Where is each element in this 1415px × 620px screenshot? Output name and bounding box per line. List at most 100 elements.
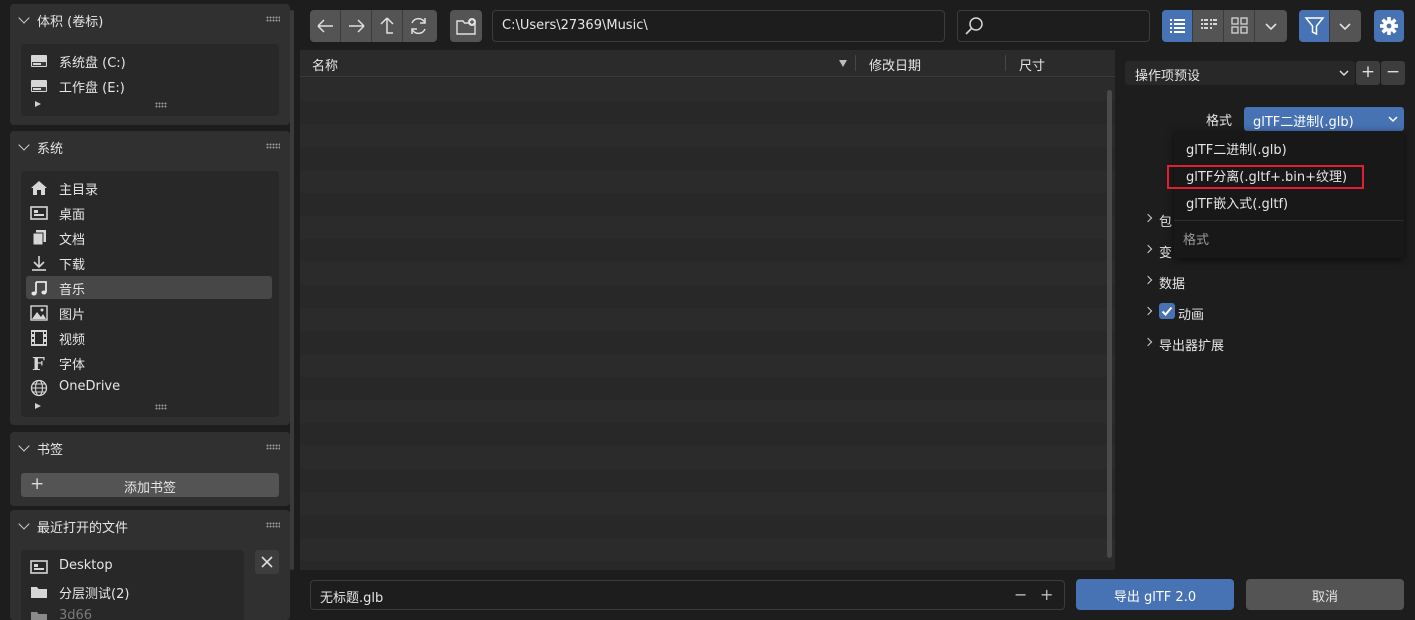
sidebar-item-label: 主目录 bbox=[59, 183, 99, 198]
sidebar-item-music[interactable]: 音乐 bbox=[26, 276, 272, 299]
section-data[interactable]: 数据 bbox=[1143, 271, 1263, 292]
resize-grip-icon[interactable] bbox=[155, 404, 167, 410]
back-button[interactable] bbox=[310, 10, 341, 42]
sidebar-item-drive-e[interactable]: 工作盘 (E:) bbox=[26, 74, 272, 97]
column-name-header[interactable]: 名称 bbox=[312, 55, 338, 74]
drive-icon bbox=[31, 55, 47, 67]
sidebar-item-videos[interactable]: 视频 bbox=[26, 326, 272, 349]
sidebar-item-downloads[interactable]: 下载 bbox=[26, 251, 272, 274]
forward-button[interactable] bbox=[341, 10, 372, 42]
file-list-scrollbar[interactable] bbox=[1107, 90, 1112, 558]
expand-triangle-icon[interactable] bbox=[35, 403, 41, 409]
sidebar-scrollbar[interactable] bbox=[290, 10, 294, 570]
system-list: 主目录 桌面 文档 下载 音乐 图片 视频 F 字体 OneDrive bbox=[21, 171, 279, 417]
drive-icon bbox=[31, 80, 47, 92]
column-size-header[interactable]: 尺寸 bbox=[1019, 55, 1045, 74]
increment-button[interactable]: + bbox=[1040, 585, 1053, 604]
documents-icon bbox=[32, 230, 46, 246]
parent-directory-button[interactable] bbox=[372, 10, 403, 42]
arrow-up-icon bbox=[380, 17, 394, 34]
recent-item-label: 3d66 bbox=[59, 608, 93, 620]
filter-toggle-button[interactable] bbox=[1299, 10, 1330, 42]
recent-item-folder[interactable]: 3d66 bbox=[26, 605, 241, 620]
sidebar-item-label: 工作盘 (E:) bbox=[59, 81, 125, 96]
sidebar-item-fonts[interactable]: F 字体 bbox=[26, 351, 272, 374]
expand-triangle-icon[interactable] bbox=[35, 101, 41, 107]
thumbnails-button[interactable] bbox=[1224, 10, 1255, 42]
export-button[interactable]: 导出 glTF 2.0 bbox=[1076, 579, 1234, 610]
settings-button[interactable] bbox=[1374, 10, 1404, 42]
add-preset-button[interactable]: + bbox=[1356, 61, 1380, 85]
filename-value: 无标题.glb bbox=[320, 591, 384, 606]
picture-icon bbox=[30, 305, 48, 321]
volumes-panel-header[interactable]: 体积 (卷标) bbox=[10, 4, 290, 34]
recent-item-label: Desktop bbox=[59, 558, 113, 573]
video-icon bbox=[31, 330, 47, 346]
path-input[interactable]: C:\Users\27369\Music\ bbox=[492, 10, 945, 42]
cancel-button[interactable]: 取消 bbox=[1246, 579, 1404, 610]
preset-label: 操作项预设 bbox=[1135, 69, 1201, 84]
arrow-left-icon bbox=[317, 19, 333, 33]
desktop-icon bbox=[30, 560, 48, 574]
refresh-button[interactable] bbox=[403, 10, 434, 42]
horizontal-list-button[interactable] bbox=[1193, 10, 1224, 42]
new-folder-button[interactable] bbox=[450, 10, 482, 42]
system-panel-header[interactable]: 系统 bbox=[10, 131, 290, 161]
sidebar-item-label: 下载 bbox=[59, 258, 86, 273]
filter-options-dropdown[interactable] bbox=[1330, 10, 1361, 42]
sort-triangle-icon[interactable] bbox=[839, 60, 847, 67]
recent-item-desktop[interactable]: Desktop bbox=[26, 555, 241, 578]
sidebar-item-documents[interactable]: 文档 bbox=[26, 226, 272, 249]
new-folder-icon bbox=[456, 18, 476, 35]
filename-input[interactable]: 无标题.glb − + bbox=[310, 580, 1065, 610]
column-date-header[interactable]: 修改日期 bbox=[869, 55, 921, 74]
sidebar-item-home[interactable]: 主目录 bbox=[26, 176, 272, 199]
section-label: 包 bbox=[1159, 215, 1173, 230]
section-transform[interactable]: 变 bbox=[1143, 240, 1173, 261]
list-view-icon bbox=[1170, 19, 1185, 33]
file-list[interactable]: 名称 修改日期 尺寸 bbox=[300, 50, 1115, 570]
sidebar-item-onedrive[interactable]: OneDrive bbox=[26, 376, 272, 399]
section-label: 动画 bbox=[1178, 308, 1205, 323]
animation-checkbox[interactable] bbox=[1159, 303, 1175, 319]
sidebar-item-drive-c[interactable]: 系统盘 (C:) bbox=[26, 49, 272, 72]
remove-preset-button[interactable]: − bbox=[1381, 61, 1405, 85]
drag-grip-icon[interactable] bbox=[266, 522, 280, 528]
chevron-right-icon bbox=[1143, 244, 1153, 254]
chevron-down-icon bbox=[1265, 23, 1277, 31]
path-value: C:\Users\27369\Music\ bbox=[502, 18, 648, 33]
format-dropdown-menu: glTF二进制(.glb) glTF分离(.gltf+.bin+纹理) glTF… bbox=[1174, 131, 1404, 258]
format-option-gltf-embedded[interactable]: glTF嵌入式(.gltf) bbox=[1186, 193, 1288, 212]
bookmarks-panel-header[interactable]: 书签 bbox=[10, 432, 290, 462]
columns-view-icon bbox=[1201, 19, 1217, 29]
format-select[interactable]: glTF二进制(.glb) bbox=[1244, 107, 1404, 131]
highlight-box bbox=[1167, 165, 1364, 189]
drag-grip-icon[interactable] bbox=[266, 16, 280, 22]
sidebar-item-label: OneDrive bbox=[59, 379, 121, 394]
folder-icon bbox=[31, 587, 47, 598]
display-options-dropdown[interactable] bbox=[1255, 10, 1287, 42]
dropdown-footer-label: 格式 bbox=[1183, 233, 1210, 248]
filter-icon bbox=[1304, 17, 1325, 36]
recent-panel-header[interactable]: 最近打开的文件 bbox=[10, 510, 290, 540]
section-exporter-extensions[interactable]: 导出器扩展 bbox=[1143, 333, 1283, 354]
decrement-button[interactable]: − bbox=[1014, 585, 1027, 604]
search-input[interactable] bbox=[957, 10, 1150, 42]
drag-grip-icon[interactable] bbox=[266, 143, 280, 149]
vertical-list-button[interactable] bbox=[1162, 10, 1193, 42]
sidebar-item-pictures[interactable]: 图片 bbox=[26, 301, 272, 324]
sidebar: 体积 (卷标) 系统盘 (C:) 工作盘 (E:) 系统 主目录 桌面 文档 下… bbox=[0, 0, 296, 620]
remove-recent-button[interactable] bbox=[255, 550, 279, 574]
sidebar-item-desktop[interactable]: 桌面 bbox=[26, 201, 272, 224]
font-icon: F bbox=[32, 354, 45, 372]
add-bookmark-button[interactable]: + 添加书签 bbox=[21, 473, 279, 497]
format-option-glb[interactable]: glTF二进制(.glb) bbox=[1186, 139, 1287, 158]
section-include[interactable]: 包 bbox=[1143, 209, 1173, 230]
close-icon bbox=[261, 556, 273, 568]
section-animation[interactable]: 动画 bbox=[1143, 302, 1263, 323]
resize-grip-icon[interactable] bbox=[155, 102, 167, 108]
section-label: 变 bbox=[1159, 246, 1173, 261]
operator-presets-select[interactable]: 操作项预设 bbox=[1125, 61, 1355, 85]
recent-item-folder[interactable]: 分层测试(2) bbox=[26, 580, 241, 603]
drag-grip-icon[interactable] bbox=[266, 444, 280, 450]
